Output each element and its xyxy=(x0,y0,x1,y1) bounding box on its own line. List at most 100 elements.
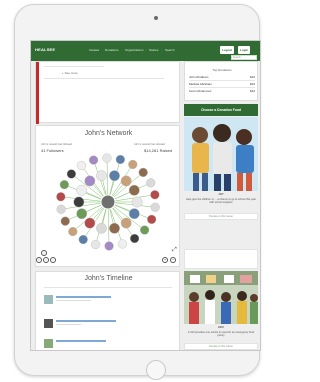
timeline-card: John's Timeline xyxy=(35,271,180,350)
donor-row[interactable]: Kevin Abramovic $10 xyxy=(189,89,255,93)
network-member-avatar[interactable] xyxy=(120,217,132,229)
children-photo[interactable] xyxy=(184,117,258,191)
home-button[interactable] xyxy=(146,360,166,380)
logout-button[interactable]: Logout xyxy=(220,46,235,54)
network-member-avatar[interactable] xyxy=(76,208,88,220)
network-member-avatar[interactable] xyxy=(104,241,114,251)
network-member-avatar[interactable] xyxy=(147,214,157,224)
network-member-avatar[interactable] xyxy=(128,159,138,170)
side-panel xyxy=(184,249,258,269)
text-line xyxy=(44,66,104,67)
entry-text-line xyxy=(56,296,111,298)
network-member-avatar[interactable] xyxy=(117,239,128,249)
network-member-avatar[interactable] xyxy=(146,178,156,188)
network-member-avatar[interactable] xyxy=(56,192,66,202)
donor-row[interactable]: John Abraham $10 xyxy=(189,75,255,79)
avatar xyxy=(44,339,53,348)
network-member-avatar[interactable] xyxy=(59,180,69,190)
donor-amount: $10 xyxy=(249,82,255,86)
donate-cause-button[interactable]: Donate to this cause xyxy=(184,213,258,220)
network-member-avatar[interactable] xyxy=(129,233,140,244)
network-member-avatar[interactable] xyxy=(88,155,99,165)
network-member-avatar[interactable] xyxy=(140,225,150,235)
network-member-avatar[interactable] xyxy=(96,170,107,182)
top-donations-heading: Top Donations xyxy=(212,68,232,72)
nav-link-donations[interactable]: Donations xyxy=(105,48,119,52)
network-member-avatar[interactable] xyxy=(76,160,87,171)
donor-name: John Abraham xyxy=(189,75,209,79)
network-member-avatar[interactable] xyxy=(78,234,88,245)
network-member-avatar[interactable] xyxy=(91,239,101,250)
network-member-avatar[interactable] xyxy=(84,217,96,229)
network-member-avatar[interactable] xyxy=(115,154,125,165)
donor-amount: $10 xyxy=(249,75,255,79)
nav-link-search[interactable]: Search xyxy=(165,48,175,52)
network-member-avatar[interactable] xyxy=(138,167,148,178)
nav-link-organizations[interactable]: Organizations xyxy=(125,48,144,52)
fullscreen-icon[interactable]: ⤢ xyxy=(172,247,177,254)
network-member-avatar[interactable] xyxy=(66,169,76,179)
donation-fund-heading: Choose a Donation Fund xyxy=(184,104,258,116)
school-photo[interactable] xyxy=(184,271,258,324)
entry-text-line xyxy=(56,320,116,322)
pan-up-icon[interactable]: ◦ xyxy=(41,250,47,256)
screen: HEALSEE Causes Donations Organizations S… xyxy=(30,40,261,351)
children-illustration xyxy=(184,117,258,191)
fund-label: JOY xyxy=(218,193,224,196)
entry-text-line xyxy=(56,324,81,325)
network-member-avatar[interactable] xyxy=(109,170,120,182)
network-nodes xyxy=(56,153,160,251)
network-member-avatar[interactable] xyxy=(128,208,140,220)
network-member-avatar[interactable] xyxy=(120,175,132,187)
entry-text-line xyxy=(56,340,106,342)
avatar xyxy=(44,295,53,304)
network-member-avatar[interactable] xyxy=(56,204,66,214)
network-member-avatar[interactable] xyxy=(73,196,85,208)
divider xyxy=(44,78,164,79)
network-member-avatar[interactable] xyxy=(128,184,140,196)
network-member-avatar[interactable] xyxy=(96,222,107,234)
network-member-avatar[interactable] xyxy=(150,202,160,212)
network-graph[interactable] xyxy=(36,126,181,268)
login-button[interactable]: Login xyxy=(238,46,251,54)
network-member-avatar[interactable] xyxy=(150,190,160,200)
fund-caption: 2,310 provides one school in need for an… xyxy=(187,331,255,338)
network-card: John's Network John's network has follow… xyxy=(35,125,180,267)
zoom-in-icon[interactable]: + xyxy=(162,257,168,263)
donor-name: Kevin Abramovic xyxy=(189,89,212,93)
network-member-avatar[interactable] xyxy=(68,226,78,237)
fund-caption: Help give the children in ... a chance t… xyxy=(186,198,256,205)
top-donations-box: Top Donations John Abraham $10 Melissa A… xyxy=(184,61,258,101)
divider xyxy=(44,287,172,288)
timeline-title: John's Timeline xyxy=(84,275,133,282)
divider xyxy=(189,87,255,88)
network-member-avatar[interactable] xyxy=(131,196,143,208)
network-member-avatar[interactable] xyxy=(109,222,120,234)
network-owner-avatar[interactable] xyxy=(100,194,116,210)
search-input[interactable]: Search... xyxy=(231,55,257,60)
accent-stripe xyxy=(36,62,39,124)
network-member-avatar[interactable] xyxy=(84,175,96,187)
timeline-entry[interactable] xyxy=(44,338,174,350)
activity-card: + See more xyxy=(35,61,180,124)
avatar xyxy=(44,319,53,328)
top-navbar: HEALSEE Causes Donations Organizations S… xyxy=(31,41,260,61)
see-more-link[interactable]: + See more xyxy=(62,71,78,75)
timeline-entry[interactable] xyxy=(44,294,174,306)
network-member-avatar[interactable] xyxy=(102,153,112,163)
timeline-entry[interactable] xyxy=(44,318,174,330)
nav-link-stories[interactable]: Stories xyxy=(149,48,158,52)
pan-left-icon[interactable]: ◦ xyxy=(36,257,42,263)
network-member-avatar[interactable] xyxy=(76,184,88,196)
donor-row[interactable]: Melissa Abraham $10 xyxy=(189,82,255,86)
nav-link-causes[interactable]: Causes xyxy=(89,48,99,52)
brand-logo[interactable]: HEALSEE xyxy=(35,47,55,52)
network-member-avatar[interactable] xyxy=(60,216,70,226)
donate-cause-button[interactable]: Donate to this cause xyxy=(184,343,258,350)
pan-right-icon[interactable]: ◦ xyxy=(50,257,56,263)
donor-name: Melissa Abraham xyxy=(189,82,213,86)
zoom-out-icon[interactable]: − xyxy=(170,257,176,263)
entry-text-line xyxy=(56,300,91,301)
donor-amount: $10 xyxy=(249,89,255,93)
pan-down-icon[interactable]: ◦ xyxy=(43,257,49,263)
